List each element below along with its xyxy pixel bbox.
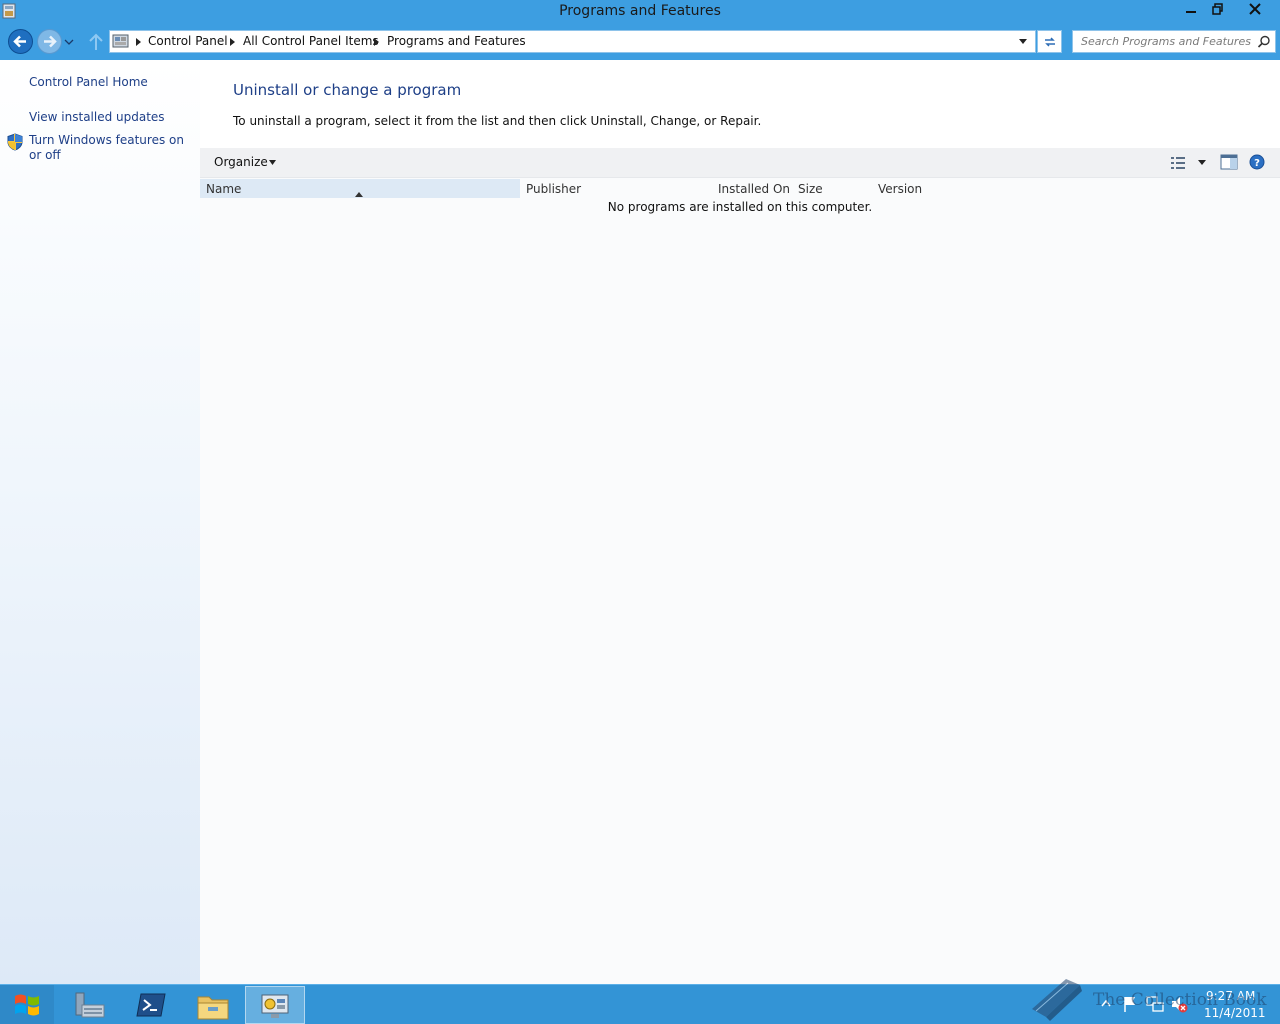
column-headers: Name Publisher Installed On Size Version [200, 179, 1280, 198]
column-header-name[interactable]: Name [200, 179, 520, 198]
up-arrow-icon [89, 33, 103, 50]
column-header-size[interactable]: Size [792, 179, 872, 198]
empty-list-message: No programs are installed on this comput… [200, 200, 1280, 214]
command-bar: Organize ? [200, 148, 1280, 178]
file-explorer-icon [197, 996, 229, 1020]
column-header-label: Name [206, 182, 242, 196]
breadcrumb-all-control-panel-items[interactable]: All Control Panel Items [243, 34, 379, 48]
page-title: Uninstall or change a program [233, 81, 462, 99]
start-button[interactable] [0, 985, 54, 1024]
column-header-version[interactable]: Version [872, 179, 962, 198]
search-input[interactable] [1073, 31, 1251, 52]
help-icon[interactable]: ? [1249, 154, 1265, 170]
control-panel-taskbar-icon [261, 994, 289, 1018]
column-header-publisher[interactable]: Publisher [520, 179, 712, 198]
taskbar-server-manager[interactable] [58, 986, 118, 1024]
restore-button[interactable] [1204, 0, 1232, 22]
control-panel-icon [112, 33, 130, 50]
windows-logo-icon [15, 994, 39, 1016]
title-bar: Programs and Features [0, 0, 1280, 24]
turn-windows-features-link[interactable]: Turn Windows features on or off [29, 133, 189, 163]
recent-pages-icon [64, 39, 74, 45]
breadcrumb-separator-icon[interactable] [230, 38, 236, 46]
breadcrumb-programs-and-features[interactable]: Programs and Features [387, 34, 526, 48]
watermark-text: The Collection Book [1093, 990, 1267, 1010]
recent-pages-button[interactable] [63, 36, 75, 48]
left-task-pane: Control Panel Home View installed update… [0, 60, 200, 984]
column-header-installed-on[interactable]: Installed On [712, 179, 792, 198]
preview-pane-icon[interactable] [1220, 154, 1238, 170]
refresh-button[interactable] [1037, 30, 1062, 53]
search-box[interactable] [1072, 30, 1276, 53]
page-description: To uninstall a program, select it from t… [233, 114, 762, 128]
main-content: Uninstall or change a program To uninsta… [200, 60, 1280, 984]
breadcrumb-control-panel[interactable]: Control Panel [148, 34, 228, 48]
address-bar[interactable]: Control Panel All Control Panel Items Pr… [109, 30, 1036, 53]
forward-button[interactable] [36, 28, 63, 55]
refresh-icon [1045, 37, 1055, 47]
breadcrumb-separator-icon[interactable] [374, 38, 380, 46]
empty-list-text: No programs are installed on this comput… [607, 200, 873, 214]
control-panel-home-link[interactable]: Control Panel Home [29, 75, 189, 90]
maximize-icon [1212, 3, 1223, 15]
minimize-button[interactable] [1177, 0, 1205, 22]
dropdown-arrow-icon[interactable] [1018, 38, 1028, 45]
taskbar-powershell[interactable] [120, 986, 180, 1024]
up-button[interactable] [86, 31, 106, 53]
breadcrumb-separator-icon[interactable] [136, 38, 142, 46]
close-icon [1249, 3, 1261, 15]
organize-menu-button[interactable]: Organize [214, 155, 268, 169]
shield-icon [7, 133, 23, 151]
sort-ascending-icon [355, 192, 363, 197]
search-icon[interactable] [1257, 35, 1271, 49]
back-arrow-icon [8, 29, 33, 54]
window-title: Programs and Features [559, 3, 721, 19]
view-options-dropdown-icon[interactable] [1198, 160, 1206, 165]
back-button[interactable] [7, 28, 34, 55]
taskbar-control-panel[interactable] [245, 986, 305, 1024]
forward-arrow-icon [37, 29, 62, 54]
view-options-icon[interactable] [1170, 156, 1186, 170]
powershell-icon [136, 993, 166, 1017]
dropdown-arrow-icon[interactable] [269, 160, 276, 165]
taskbar-file-explorer[interactable] [182, 986, 242, 1024]
navigation-bar: Control Panel All Control Panel Items Pr… [0, 24, 1280, 60]
minimize-icon [1186, 11, 1196, 13]
main-header: Uninstall or change a program To uninsta… [200, 60, 1280, 148]
server-manager-icon [75, 992, 105, 1018]
view-installed-updates-link[interactable]: View installed updates [29, 110, 189, 125]
svg-text:?: ? [1254, 158, 1260, 169]
close-button[interactable] [1232, 0, 1278, 22]
